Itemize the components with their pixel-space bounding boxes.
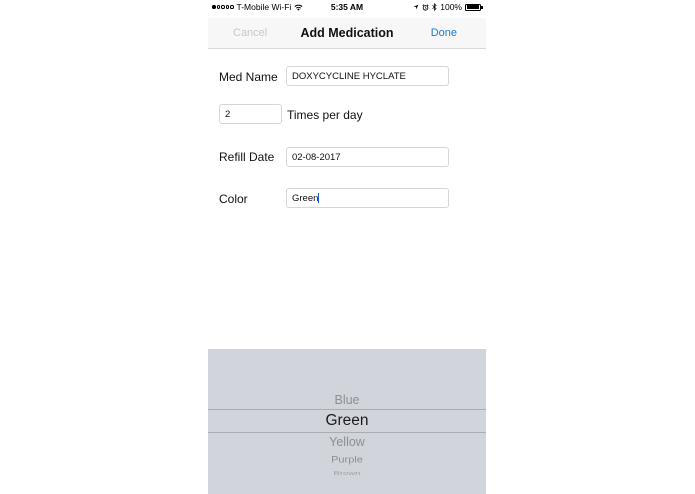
picker-option-brown[interactable]: Brown bbox=[208, 470, 486, 477]
times-per-day-label: Times per day bbox=[287, 108, 363, 122]
med-name-label: Med Name bbox=[219, 70, 278, 84]
bluetooth-icon bbox=[432, 3, 437, 11]
battery-icon bbox=[465, 3, 483, 11]
refill-date-field[interactable]: 02-08-2017 bbox=[286, 147, 449, 167]
picker-selection-top-line bbox=[208, 409, 486, 410]
color-value: Green bbox=[292, 193, 319, 204]
picker-option-purple[interactable]: Purple bbox=[208, 455, 486, 465]
picker-option-green-selected[interactable]: Green bbox=[208, 412, 486, 430]
status-right: 100% bbox=[413, 2, 483, 12]
picker-option-blue[interactable]: Blue bbox=[208, 393, 486, 407]
times-per-day-value: 2 bbox=[225, 109, 231, 120]
text-cursor bbox=[318, 193, 320, 204]
times-per-day-field[interactable]: 2 bbox=[219, 104, 282, 124]
med-name-field[interactable]: DOXYCYCLINE HYCLATE bbox=[286, 66, 449, 86]
med-name-value: DOXYCYCLINE HYCLATE bbox=[292, 71, 406, 82]
color-field[interactable]: Green bbox=[286, 188, 449, 208]
picker-selection-bottom-line bbox=[208, 432, 486, 433]
app-screen: T-Mobile Wi-Fi 5:35 AM 100% Cancel Add M… bbox=[208, 0, 486, 494]
done-button[interactable]: Done bbox=[431, 27, 457, 39]
refill-date-label: Refill Date bbox=[219, 150, 275, 164]
alarm-icon bbox=[422, 3, 429, 11]
picker-option-yellow[interactable]: Yellow bbox=[208, 435, 486, 449]
color-picker[interactable]: Blue Green Yellow Purple Brown bbox=[208, 349, 486, 494]
navigation-bar: Cancel Add Medication Done bbox=[208, 18, 486, 49]
battery-percent: 100% bbox=[440, 2, 462, 12]
location-icon bbox=[413, 4, 419, 10]
status-bar: T-Mobile Wi-Fi 5:35 AM 100% bbox=[208, 0, 486, 14]
refill-date-value: 02-08-2017 bbox=[292, 152, 341, 163]
color-label: Color bbox=[219, 192, 248, 206]
